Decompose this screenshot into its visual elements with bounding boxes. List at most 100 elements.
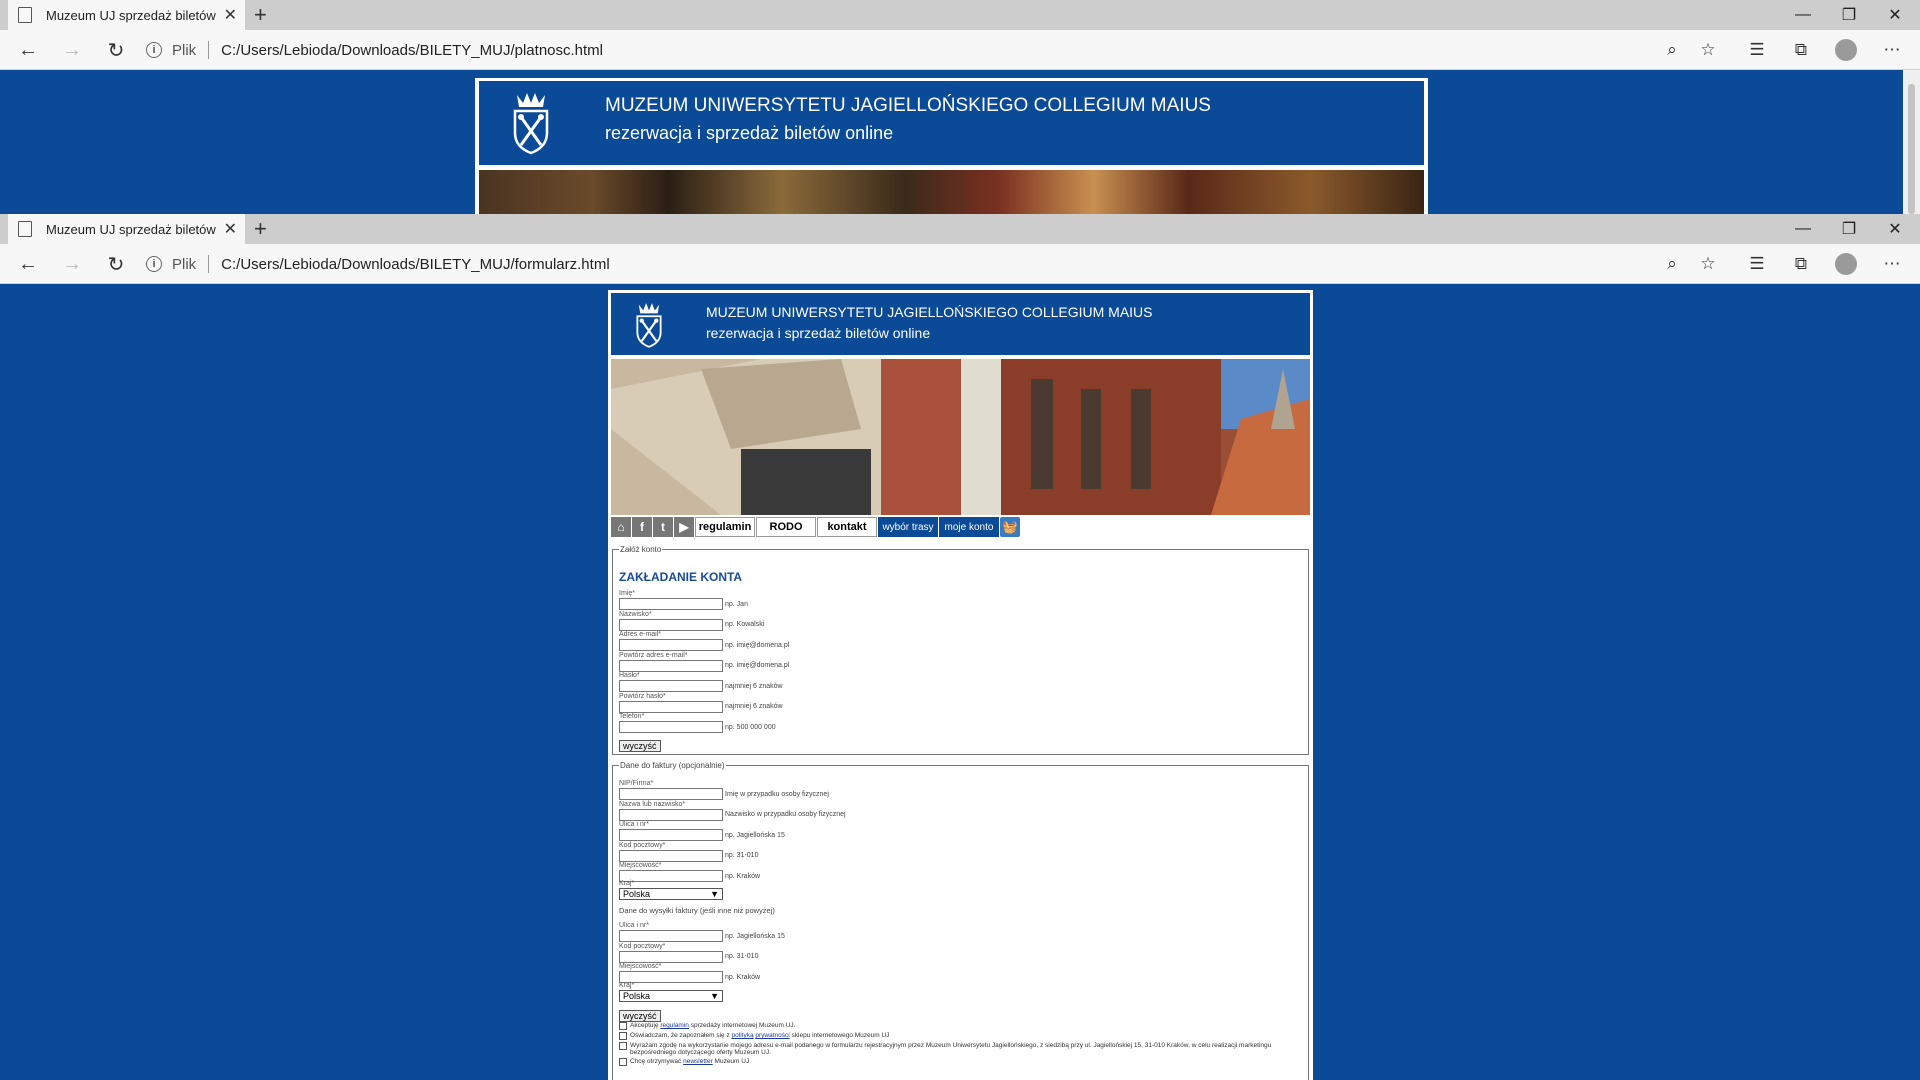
close-tab-icon[interactable]: ✕ [224,219,237,239]
address-bar[interactable]: i Plik C:/Users/Lebioda/Downloads/BILETY… [146,250,1706,278]
favorites-icon[interactable]: ☰ [1737,30,1777,70]
consent-checkbox[interactable] [619,1058,627,1066]
favorites-icon[interactable]: ☰ [1737,244,1777,284]
minimize-icon[interactable]: — [1780,0,1826,30]
youtube-icon[interactable]: ▶ [674,517,694,537]
consent-checkbox[interactable] [619,1042,627,1050]
star-icon[interactable]: ☆ [1688,30,1728,70]
minimize-icon[interactable]: — [1780,214,1826,244]
address-bar[interactable]: i Plik C:/Users/Lebioda/Downloads/BILETY… [146,36,1706,64]
field-hint: np. Jan [725,600,748,608]
clear-button[interactable]: wyczyść [619,740,661,752]
forward-icon[interactable]: → [52,30,92,70]
consent-marketing: Wyrażam zgodę na wykorzystanie mojego ad… [619,1042,1289,1056]
text-input[interactable] [619,680,723,692]
consent-marketing-text: Wyrażam zgodę na wykorzystanie mojego ad… [630,1042,1272,1056]
country2-select[interactable]: Polska ▼ [619,990,723,1002]
zoom-icon[interactable]: ⌕ [1652,244,1692,284]
info-icon[interactable]: i [146,256,162,272]
nav-moje-konto[interactable]: moje konto [939,517,999,537]
country2-group: Kraj* Polska ▼ [619,982,723,1002]
text-input[interactable] [619,950,723,963]
newsletter-link[interactable]: newsletter [683,1058,713,1065]
site-header: MUZEUM UNIWERSYTETU JAGIELLOŃSKIEGO COLL… [479,81,1424,165]
text-input[interactable] [619,849,723,862]
field-label: Ulica i nr* [619,922,649,929]
refresh-icon[interactable]: ↻ [96,244,136,284]
file-label: Plik [172,255,197,273]
close-window-icon[interactable]: ✕ [1872,0,1918,30]
privacy-link-2[interactable]: prywatności [755,1032,789,1039]
regulamin-link[interactable]: regulamin [660,1022,689,1029]
crest-icon [513,93,549,155]
field-hint: np. 500 000 000 [725,723,776,731]
home-icon[interactable]: ⌂ [611,517,631,537]
new-tab-icon[interactable]: + [254,216,267,242]
back-icon[interactable]: ← [8,244,48,284]
field-hint: np. 31-010 [725,953,759,960]
refresh-icon[interactable]: ↻ [96,30,136,70]
country-value: Polska [623,889,651,899]
country-select[interactable]: Polska ▼ [619,888,723,900]
more-icon[interactable]: ⋯ [1872,244,1912,284]
scrollbar[interactable] [1903,70,1920,214]
browser-tab[interactable]: Muzeum UJ sprzedaż biletów on ✕ [8,214,245,244]
star-icon[interactable]: ☆ [1688,244,1728,284]
text-input[interactable] [619,721,723,733]
consent-privacy: Oświadczam, że zapoznałem się z polityką… [619,1032,1289,1040]
privacy-link[interactable]: polityką [732,1032,754,1039]
facebook-icon[interactable]: f [632,517,652,537]
field-hint: np. Kraków [725,973,761,981]
collections-icon[interactable]: ⧉ [1781,30,1821,70]
nav-wybor-trasy[interactable]: wybór trasy [878,517,938,537]
field-label: Kod pocztowy* [619,942,666,950]
back-icon[interactable]: ← [8,30,48,70]
form-field: Powtórz hasło* najmniej 6 znaków [619,693,789,714]
field-label: Telefon* [619,713,645,720]
country2-label: Kraj* [619,982,635,989]
more-icon[interactable]: ⋯ [1872,30,1912,70]
nav-regulamin[interactable]: regulamin [695,517,755,537]
consent-checkbox[interactable] [619,1032,627,1040]
field-label: Imię* [619,590,635,597]
site-container: MUZEUM UNIWERSYTETU JAGIELLOŃSKIEGO COLL… [608,290,1313,1080]
invoice-legend: Dane do faktury (opcjonalnie) [619,760,726,771]
profile-icon[interactable] [1826,244,1866,284]
country2-value: Polska [623,991,651,1001]
text-input[interactable] [619,618,723,631]
close-tab-icon[interactable]: ✕ [224,5,237,25]
forward-icon[interactable]: → [52,244,92,284]
text-input[interactable] [619,788,723,800]
field-hint: np. 31-010 [725,852,759,859]
field-hint: np. Kraków [725,872,761,880]
text-input[interactable] [619,700,723,713]
text-input[interactable] [619,829,723,841]
basket-icon[interactable]: 🧺 [1000,517,1020,537]
site-header: MUZEUM UNIWERSYTETU JAGIELLOŃSKIEGO COLL… [611,293,1310,355]
restore-icon[interactable]: ❐ [1826,214,1872,244]
collections-icon[interactable]: ⧉ [1781,244,1821,284]
text-input[interactable] [619,930,723,942]
text-input[interactable] [619,598,723,610]
address-bar-row: ← → ↻ i Plik C:/Users/Lebioda/Downloads/… [0,244,1920,284]
consent-regulamin: Akceptuję regulamin sprzedaży internetow… [619,1022,1289,1030]
url-text[interactable]: C:/Users/Lebioda/Downloads/BILETY_MUJ/fo… [221,256,609,273]
form-field: Nazwa lub nazwisko* Nazwisko w przypadku … [619,801,846,822]
nav-rodo[interactable]: RODO [756,517,816,537]
new-tab-icon[interactable]: + [254,2,267,28]
form-field: Nazwisko* np. Kowalski [619,611,789,632]
profile-icon[interactable] [1826,30,1866,70]
page-icon [18,221,32,237]
text-input[interactable] [619,639,723,651]
nav-kontakt[interactable]: kontakt [817,517,877,537]
text-input[interactable] [619,808,723,821]
zoom-icon[interactable]: ⌕ [1652,30,1692,70]
close-window-icon[interactable]: ✕ [1872,214,1918,244]
restore-icon[interactable]: ❐ [1826,0,1872,30]
info-icon[interactable]: i [146,42,162,58]
text-input[interactable] [619,659,723,672]
consent-checkbox[interactable] [619,1022,627,1030]
twitter-icon[interactable]: t [653,517,673,537]
browser-tab[interactable]: Muzeum UJ sprzedaż biletów on ✕ [8,0,245,30]
url-text[interactable]: C:/Users/Lebioda/Downloads/BILETY_MUJ/pl… [221,42,603,59]
